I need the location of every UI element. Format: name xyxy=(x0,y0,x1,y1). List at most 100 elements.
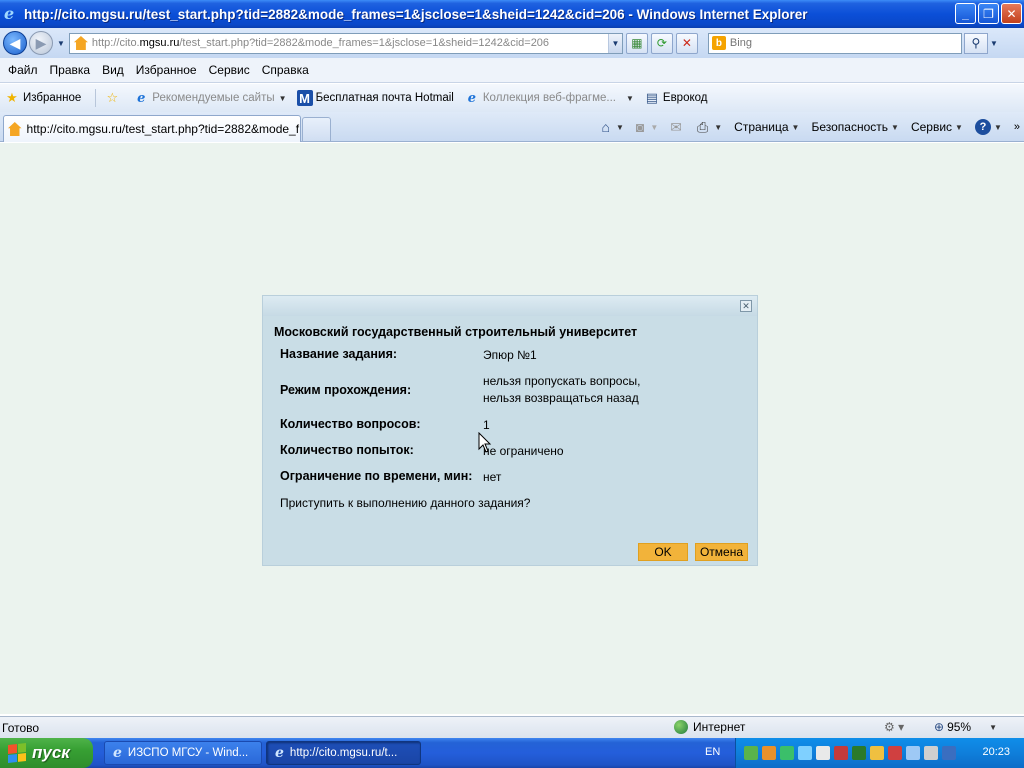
field-label: Количество вопросов: xyxy=(280,417,421,431)
tray-app-icon[interactable] xyxy=(852,746,866,760)
home-button[interactable]: ⌂ ▼ xyxy=(602,119,624,135)
dialog-titlebar: ✕ xyxy=(263,296,757,316)
fav-eurocode[interactable]: ▤ Еврокод xyxy=(644,90,708,106)
field-value: Эпюр №1 xyxy=(483,348,537,362)
tray-app-icon[interactable] xyxy=(798,746,812,760)
favorites-star-icon: ★ xyxy=(6,90,18,105)
search-dropdown-icon[interactable]: ▼ xyxy=(988,39,1000,48)
taskbar-item-browser[interactable]: e http://cito.mgsu.ru/t... xyxy=(266,741,421,765)
search-icon[interactable]: ⚲ xyxy=(963,32,988,54)
field-task-name: Название задания: Эпюр №1 xyxy=(280,347,740,364)
search-field[interactable]: b xyxy=(707,32,962,54)
tray-app-icon[interactable] xyxy=(924,746,938,760)
ie-icon: e xyxy=(4,4,15,23)
window-title: http://cito.mgsu.ru/test_start.php?tid=2… xyxy=(24,6,808,22)
tray-app-icon[interactable] xyxy=(762,746,776,760)
tray-app-icon[interactable] xyxy=(834,746,848,760)
ok-button[interactable]: OK xyxy=(638,543,688,561)
stop-button[interactable]: ✕ xyxy=(675,32,698,54)
tray-app-icon[interactable] xyxy=(744,746,758,760)
language-indicator[interactable]: EN xyxy=(705,746,720,758)
field-value: нет xyxy=(483,470,502,484)
favorites-bar: ★ Избранное ☆ e Рекомендуемые сайты ▼ M … xyxy=(0,84,1024,112)
hotmail-icon: M xyxy=(296,90,313,106)
address-row: ◀ ▶ ▼ http://cito.mgsu.ru/test_start.php… xyxy=(0,28,1024,58)
fav-suggested-sites[interactable]: e Рекомендуемые сайты ▼ xyxy=(133,90,286,106)
fav-web-slice-gallery[interactable]: e Коллекция веб-фрагме... ▼ xyxy=(464,90,634,106)
forward-button[interactable]: ▶ xyxy=(29,31,53,55)
chevron-down-icon: ▼ xyxy=(955,122,963,132)
address-dropdown-icon[interactable]: ▼ xyxy=(607,33,622,53)
test-start-dialog: ✕ Московский государственный строительны… xyxy=(262,295,758,566)
ie-icon: e xyxy=(137,90,146,106)
menu-bar: Файл Правка Вид Избранное Сервис Справка xyxy=(0,58,1024,83)
tray-app-icon[interactable] xyxy=(780,746,794,760)
menu-favorites[interactable]: Избранное xyxy=(130,63,203,77)
taskbar: пуск e ИЗСПО МГСУ - Wind... e http://cit… xyxy=(0,738,1024,768)
field-label: Количество попыток: xyxy=(280,443,414,457)
menu-edit[interactable]: Правка xyxy=(44,63,97,77)
more-commands-icon[interactable]: » xyxy=(1014,121,1020,133)
chevron-down-icon: ▼ xyxy=(615,122,624,132)
university-heading: Московский государственный строительный … xyxy=(274,325,638,339)
zoom-control[interactable]: ⊕ 95% ▼ xyxy=(934,720,997,734)
menu-tools[interactable]: Сервис xyxy=(203,63,256,77)
start-button[interactable]: пуск xyxy=(0,738,93,768)
system-tray: 20:23 xyxy=(735,738,1024,768)
taskbar-item-explorer[interactable]: e ИЗСПО МГСУ - Wind... xyxy=(104,741,262,765)
back-button[interactable]: ◀ xyxy=(3,31,27,55)
favorites-separator xyxy=(95,89,97,107)
safety-menu[interactable]: Безопасность ▼ xyxy=(811,120,898,134)
refresh-button[interactable]: ⟳ xyxy=(650,32,673,54)
page-icon xyxy=(8,122,22,136)
feeds-button[interactable]: ◙ ▼ xyxy=(636,119,658,135)
close-window-button[interactable]: ✕ xyxy=(1001,3,1022,24)
security-zone[interactable]: Интернет xyxy=(674,720,745,734)
address-url[interactable]: http://cito.mgsu.ru/test_start.php?tid=2… xyxy=(92,37,549,49)
window-titlebar: e http://cito.mgsu.ru/test_start.php?tid… xyxy=(0,0,1024,28)
search-input[interactable] xyxy=(729,37,950,49)
menu-file[interactable]: Файл xyxy=(2,63,44,77)
cancel-button[interactable]: Отмена xyxy=(695,543,748,561)
field-label: Название задания: xyxy=(280,347,398,361)
mouse-cursor-icon xyxy=(478,432,492,453)
dialog-close-icon[interactable]: ✕ xyxy=(740,300,752,312)
maximize-button[interactable]: ❐ xyxy=(978,3,999,24)
tray-app-icon[interactable] xyxy=(888,746,902,760)
field-label: Ограничение по времени, мин: xyxy=(280,469,473,483)
minimize-button[interactable]: _ xyxy=(955,3,976,24)
new-tab-button[interactable] xyxy=(302,117,331,141)
chevron-down-icon: ▼ xyxy=(714,122,723,132)
field-time-limit: Ограничение по времени, мин: нет xyxy=(280,469,740,486)
tray-app-icon[interactable] xyxy=(816,746,830,760)
favorites-button[interactable]: ★ Избранное xyxy=(4,90,81,106)
volume-icon[interactable] xyxy=(870,746,884,760)
field-attempt-count: Количество попыток: не ограничено xyxy=(280,443,740,460)
print-button[interactable]: ⎙ ▼ xyxy=(697,119,722,136)
mail-icon: ✉ xyxy=(670,118,683,135)
chevron-down-icon: ▼ xyxy=(791,122,800,132)
field-value: нельзя пропускать вопросы, нельзя возвра… xyxy=(483,374,641,405)
status-bar: Готово Интернет ⚙ ▾ ⊕ 95% ▼ xyxy=(0,716,1024,738)
add-favorite-button[interactable]: ☆ xyxy=(104,90,123,106)
compatibility-view-button[interactable]: ▦ xyxy=(625,32,648,54)
rss-icon: ◙ xyxy=(635,119,645,135)
page-menu[interactable]: Страница ▼ xyxy=(734,120,799,134)
menu-help[interactable]: Справка xyxy=(256,63,315,77)
chevron-down-icon: ▼ xyxy=(993,122,1002,132)
start-question: Приступить к выполнению данного задания? xyxy=(280,496,531,510)
ie-icon: e xyxy=(467,90,476,106)
status-text: Готово xyxy=(2,720,40,735)
read-mail-button[interactable]: ✉ xyxy=(670,119,685,136)
tray-app-icon[interactable] xyxy=(942,746,956,760)
network-icon[interactable] xyxy=(906,746,920,760)
history-dropdown-icon[interactable]: ▼ xyxy=(57,39,65,48)
tab-current[interactable]: http://cito.mgsu.ru/test_start.php?tid=2… xyxy=(3,115,301,142)
protected-mode-icon[interactable]: ⚙ ▾ xyxy=(884,720,904,734)
address-field[interactable]: http://cito.mgsu.ru/test_start.php?tid=2… xyxy=(68,32,623,54)
help-menu[interactable]: ? ▼ xyxy=(974,119,1002,135)
menu-view[interactable]: Вид xyxy=(96,63,130,77)
tools-menu[interactable]: Сервис ▼ xyxy=(911,120,963,134)
window-controls: _ ❐ ✕ xyxy=(955,3,1022,24)
fav-hotmail[interactable]: M Бесплатная почта Hotmail xyxy=(296,90,454,106)
